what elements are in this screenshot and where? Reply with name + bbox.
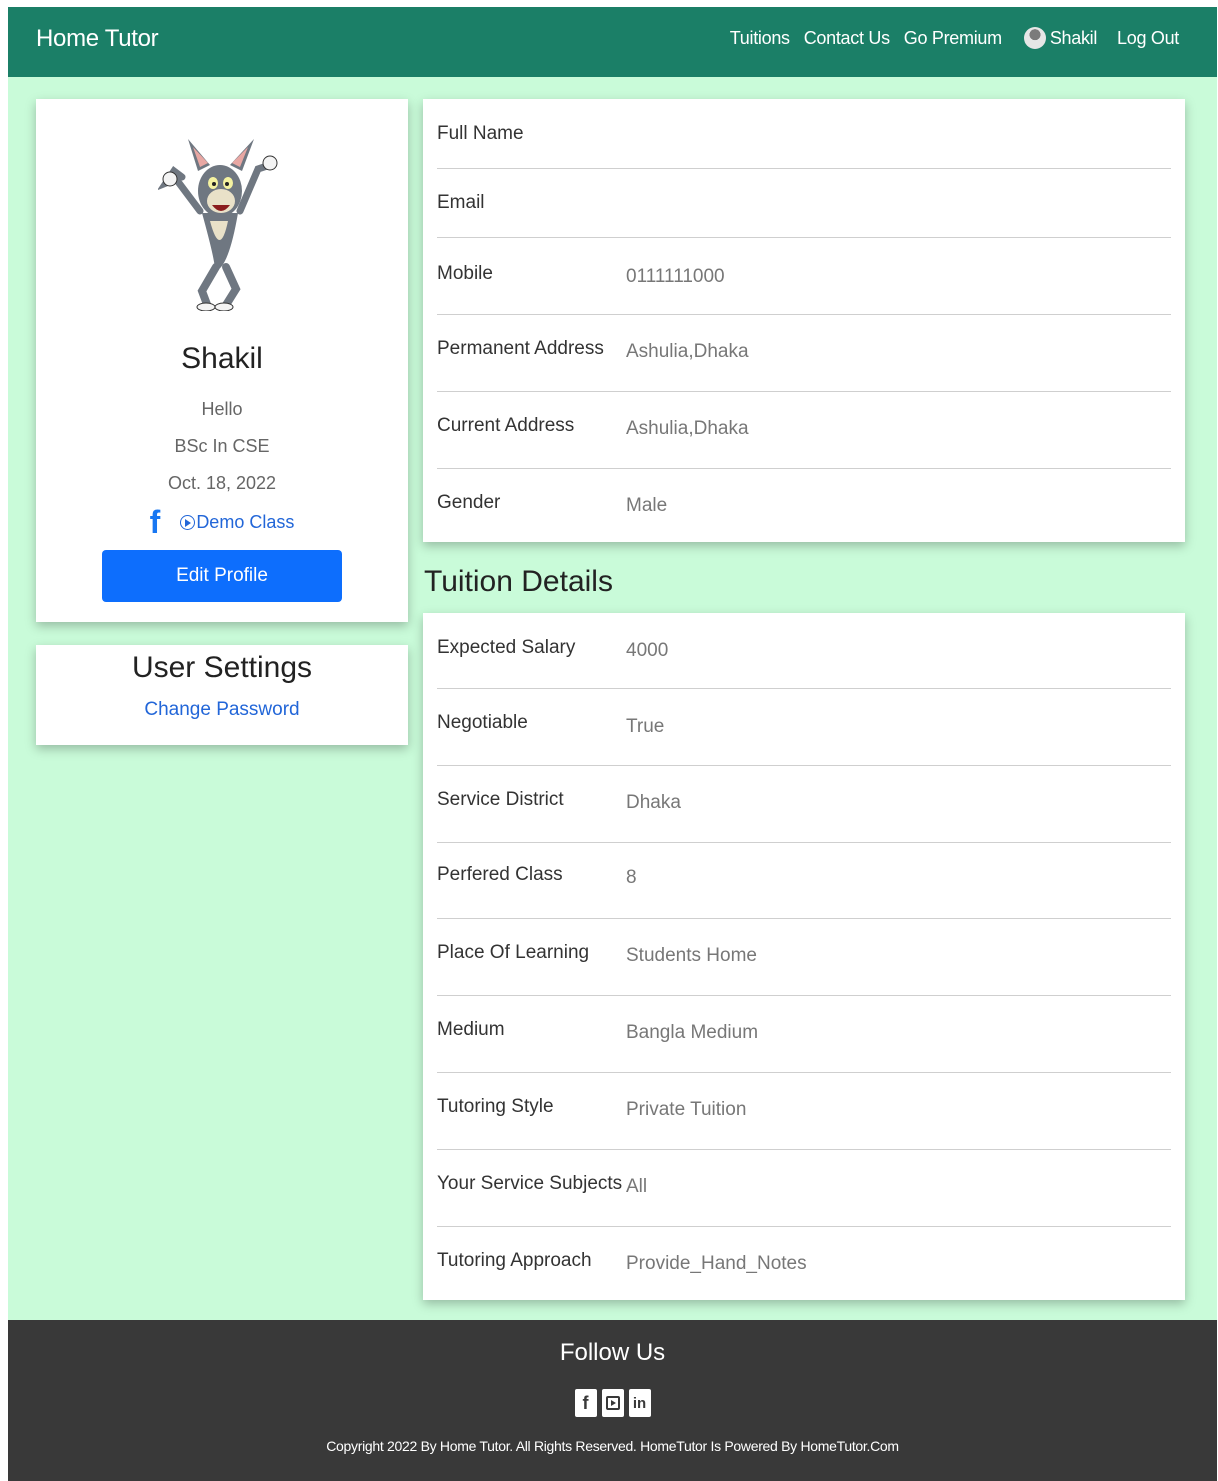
tuition-label: Tutoring Approach — [437, 1250, 592, 1271]
info-row-current-address: Current Address Ashulia,Dhaka — [437, 393, 1171, 469]
tuition-label: Expected Salary — [437, 637, 576, 658]
tuition-value: Provide_Hand_Notes — [626, 1253, 807, 1274]
navbar: Home Tutor Tuitions Contact Us Go Premiu… — [8, 7, 1217, 77]
brand-logo[interactable]: Home Tutor — [36, 25, 159, 53]
profile-card: Shakil Hello BSc In CSE Oct. 18, 2022 f … — [36, 99, 408, 622]
youtube-icon[interactable] — [601, 1389, 624, 1417]
info-value: Male — [626, 495, 668, 516]
tuition-row-place-of-learning: Place Of Learning Students Home — [437, 920, 1171, 996]
demo-class-link[interactable]: Demo Class — [180, 512, 294, 533]
play-circle-icon — [180, 515, 196, 530]
profile-picture — [158, 139, 278, 311]
tuition-label: Medium — [437, 1019, 505, 1040]
profile-date: Oct. 18, 2022 — [167, 473, 277, 493]
nav-user-menu[interactable]: Shakil — [1023, 27, 1098, 49]
footer-social-icons: f in — [8, 1389, 1217, 1417]
tuition-row-perfered-class: Perfered Class 8 — [437, 844, 1171, 919]
tuition-row-tutoring-approach: Tutoring Approach Provide_Hand_Notes — [437, 1228, 1171, 1298]
tuition-value: Dhaka — [626, 792, 681, 813]
tuition-label: Negotiable — [437, 712, 528, 733]
tuition-row-service-subjects: Your Service Subjects All — [437, 1151, 1171, 1227]
tuition-row-tutoring-style: Tutoring Style Private Tuition — [437, 1074, 1171, 1150]
tuition-row-medium: Medium Bangla Medium — [437, 997, 1171, 1073]
tuition-value: All — [626, 1176, 648, 1197]
tuition-value: Students Home — [626, 945, 757, 966]
info-label: Current Address — [437, 415, 575, 436]
user-avatar-icon — [1023, 27, 1046, 49]
tuition-row-negotiable: Negotiable True — [437, 690, 1171, 766]
info-row-email: Email — [437, 170, 1171, 238]
nav-link-tuitions[interactable]: Tuitions — [730, 28, 790, 49]
tuition-label: Tutoring Style — [437, 1096, 554, 1117]
nav-link-go-premium[interactable]: Go Premium — [904, 28, 1002, 49]
info-value: Ashulia,Dhaka — [626, 341, 749, 362]
settings-title: User Settings — [131, 651, 313, 684]
info-row-full-name: Full Name — [437, 99, 1171, 169]
youtube-play-icon — [605, 1396, 620, 1410]
profile-name: Shakil — [181, 342, 263, 375]
personal-info-card: Full Name Email Mobile 0111111000 Perman… — [423, 99, 1185, 542]
copyright-text: Copyright 2022 By Home Tutor. All Rights… — [326, 1438, 899, 1454]
change-password-link[interactable]: Change Password — [36, 699, 408, 721]
profile-social-row: f Demo Class — [36, 504, 408, 541]
nav-user-name: Shakil — [1049, 27, 1098, 48]
tuition-value: Bangla Medium — [626, 1022, 759, 1043]
nav-link-contact-us[interactable]: Contact Us — [804, 28, 890, 49]
tuition-value: 8 — [626, 867, 637, 888]
info-row-permanent-address: Permanent Address Ashulia,Dhaka — [437, 316, 1171, 392]
demo-class-label: Demo Class — [196, 512, 295, 532]
tuition-details-title: Tuition Details — [424, 565, 613, 598]
info-value: 0111111000 — [626, 266, 725, 287]
info-label: Mobile — [437, 263, 493, 284]
tuition-row-expected-salary: Expected Salary 4000 — [437, 613, 1171, 689]
info-label: Gender — [437, 492, 501, 513]
tuition-row-service-district: Service District Dhaka — [437, 767, 1171, 843]
tuition-value: True — [626, 716, 665, 737]
nav-links: Tuitions Contact Us Go Premium Shakil Lo… — [716, 27, 1179, 49]
profile-bio: Hello — [201, 399, 243, 419]
linkedin-icon[interactable]: in — [628, 1389, 651, 1417]
info-row-gender: Gender Male — [437, 470, 1171, 540]
edit-profile-button[interactable]: Edit Profile — [102, 550, 342, 602]
tuition-value: 4000 — [626, 640, 669, 661]
footer: Follow Us f in Copyright 2022 By Home Tu… — [8, 1320, 1217, 1481]
follow-us-heading: Follow Us — [559, 1339, 666, 1366]
info-label: Full Name — [437, 123, 524, 144]
tuition-label: Service District — [437, 789, 564, 810]
facebook-icon[interactable]: f — [150, 504, 161, 541]
facebook-icon[interactable]: f — [574, 1389, 597, 1417]
nav-link-logout[interactable]: Log Out — [1117, 28, 1179, 49]
info-label: Email — [437, 192, 485, 213]
tuition-details-card: Expected Salary 4000 Negotiable True Ser… — [423, 613, 1185, 1300]
tuition-label: Your Service Subjects — [437, 1173, 623, 1194]
info-value: Ashulia,Dhaka — [626, 418, 749, 439]
page-frame: Home Tutor Tuitions Contact Us Go Premiu… — [8, 7, 1217, 1481]
user-settings-card: User Settings Change Password — [36, 645, 408, 745]
tuition-label: Place Of Learning — [437, 942, 590, 963]
profile-education: BSc In CSE — [174, 436, 270, 456]
tuition-label: Perfered Class — [437, 864, 563, 885]
info-row-mobile: Mobile 0111111000 — [437, 239, 1171, 315]
info-label: Permanent Address — [437, 338, 604, 359]
tuition-value: Private Tuition — [626, 1099, 747, 1120]
